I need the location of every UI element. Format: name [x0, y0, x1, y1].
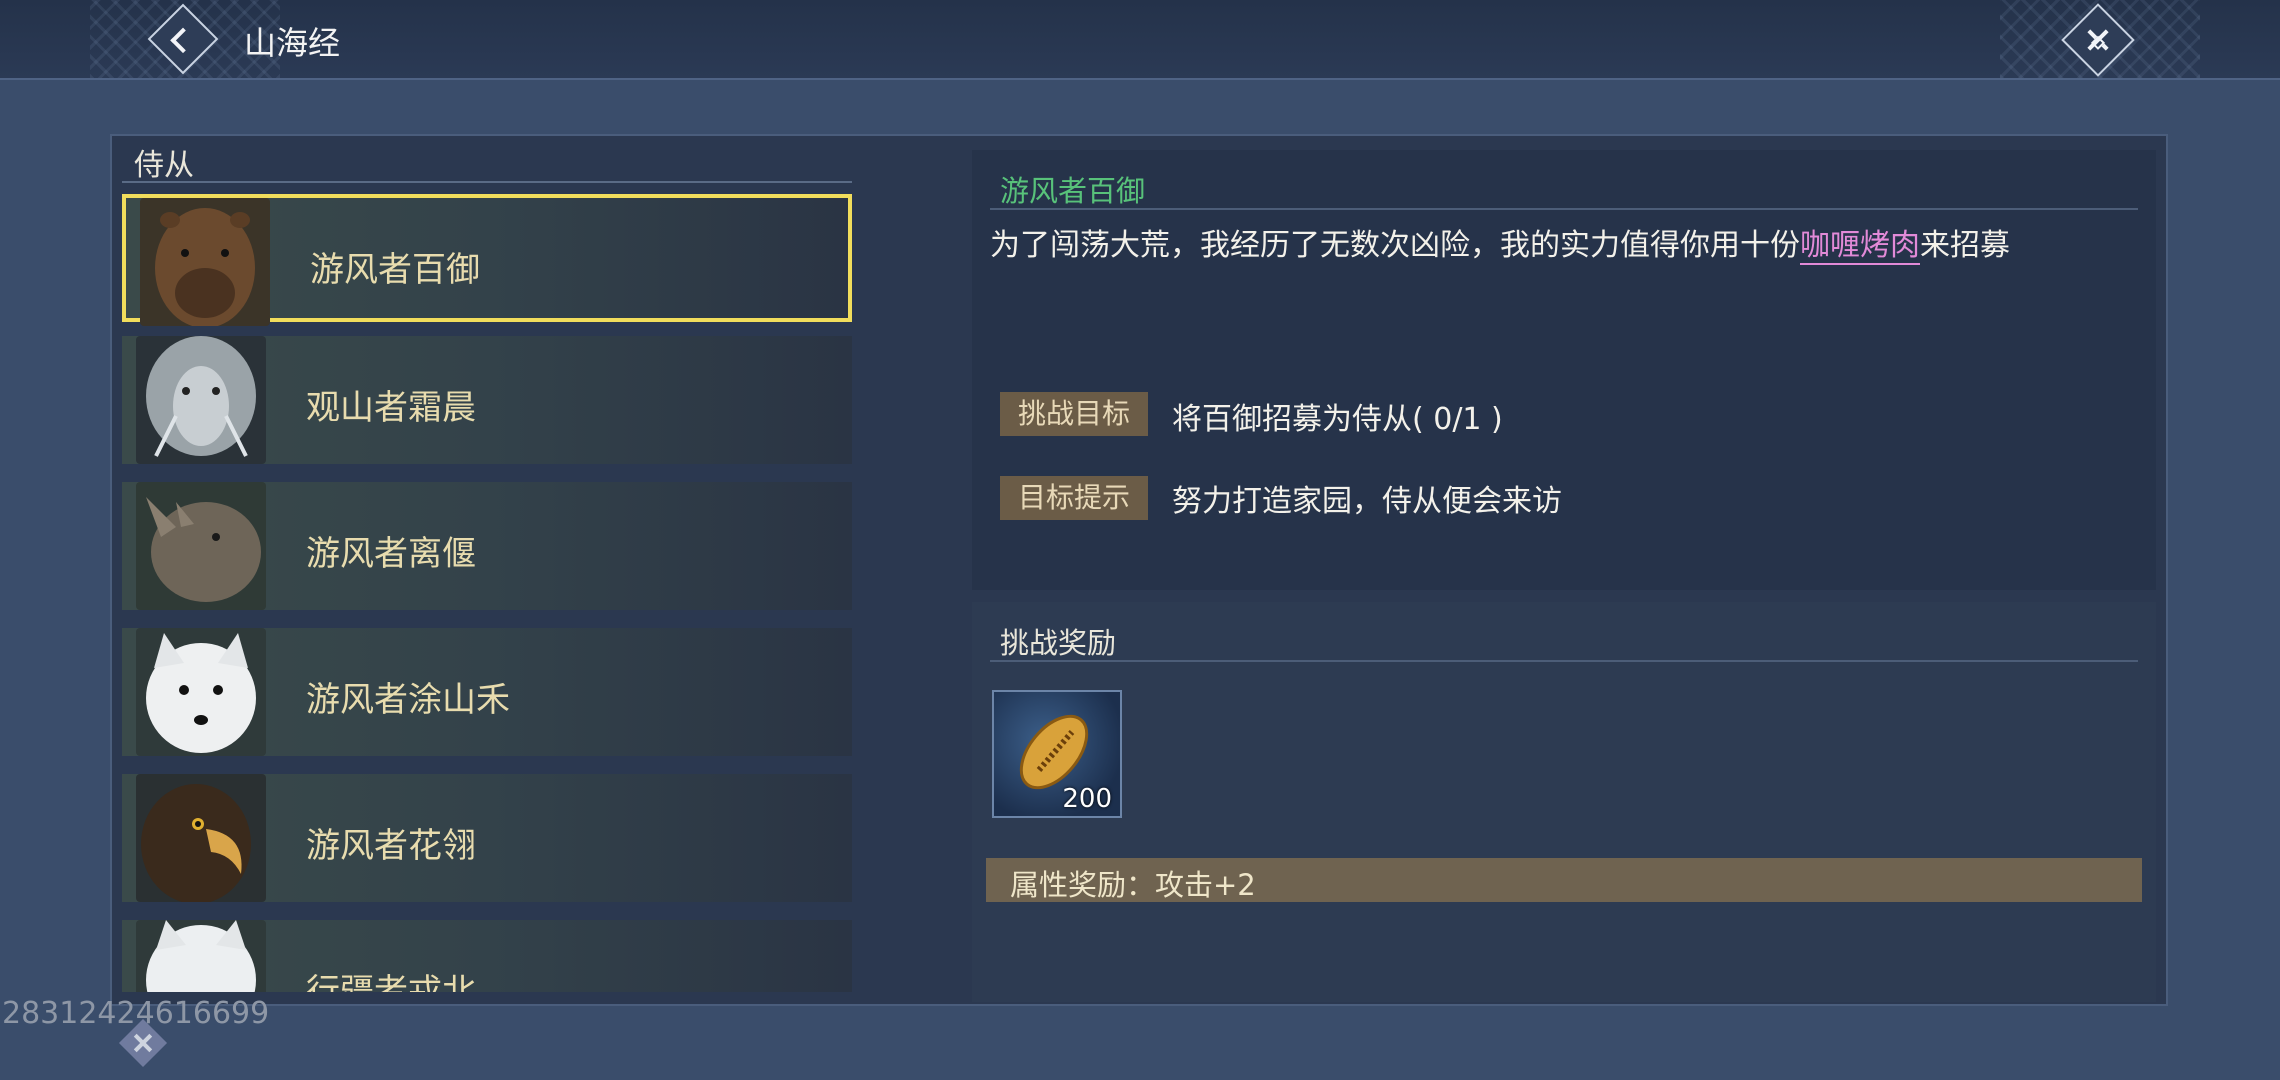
dialog-highlight-link[interactable]: 咖喱烤肉	[1800, 228, 1920, 265]
eagle-portrait	[136, 774, 266, 902]
page-title: 山海经	[244, 24, 341, 62]
list-item-label: 行疆者戎北	[306, 972, 476, 992]
list-item[interactable]: 游风者花翎	[122, 774, 852, 902]
top-bar: 山海经	[0, 0, 2280, 80]
reward-title: 挑战奖励	[1000, 626, 1117, 660]
follower-list[interactable]: 游风者百御 观山者霜晨 游风者离偃 游风者涂山禾 游风者花翎 行疆者戎北	[122, 194, 854, 992]
attribute-reward-bar: 属性奖励：攻击+2	[986, 858, 2142, 902]
target-hint-tag: 目标提示	[1000, 476, 1148, 520]
challenge-target-text: 将百御招募为侍从( 0/1 )	[1172, 402, 1503, 437]
npc-dialog: 为了闯荡大荒，我经历了无数次凶险，我的实力值得你用十份咖喱烤肉来招募	[990, 220, 2010, 265]
white-fox-portrait	[136, 628, 266, 756]
back-chevron-icon	[170, 27, 196, 54]
reward-count: 200	[1062, 784, 1112, 814]
close-icon	[2090, 35, 2106, 50]
dialog-text-end: 来招募	[1920, 228, 2010, 263]
divider	[990, 208, 2138, 210]
list-item-label: 游风者百御	[310, 250, 480, 290]
list-item-label: 游风者花翎	[306, 826, 476, 866]
list-item[interactable]: 游风者涂山禾	[122, 628, 852, 756]
white-beast-portrait	[136, 920, 266, 992]
section-label-followers: 侍从	[134, 148, 194, 183]
list-item[interactable]: 观山者霜晨	[122, 336, 852, 464]
capybara-portrait	[140, 198, 270, 326]
divider	[122, 181, 852, 183]
list-item-label: 游风者涂山禾	[306, 680, 510, 720]
list-item-label: 游风者离偃	[306, 534, 476, 574]
challenge-target-tag: 挑战目标	[1000, 392, 1148, 436]
attribute-reward-text: 属性奖励：攻击+2	[1010, 868, 1256, 902]
reward-section	[972, 602, 2156, 1002]
reward-item[interactable]: 200	[992, 690, 1122, 818]
detail-section	[972, 150, 2156, 590]
list-item[interactable]: 行疆者戎北	[122, 920, 852, 992]
list-item-label: 观山者霜晨	[306, 388, 476, 428]
rhino-portrait	[136, 482, 266, 610]
white-ape-portrait	[136, 336, 266, 464]
npc-name: 游风者百御	[1000, 174, 1146, 208]
dialog-text: 为了闯荡大荒，我经历了无数次凶险，我的实力值得你用十份	[990, 228, 1800, 263]
list-item-selected[interactable]: 游风者百御	[122, 194, 852, 326]
divider	[990, 660, 2138, 662]
list-item[interactable]: 游风者离偃	[122, 482, 852, 610]
target-hint-text: 努力打造家园，侍从便会来访	[1172, 484, 1562, 519]
